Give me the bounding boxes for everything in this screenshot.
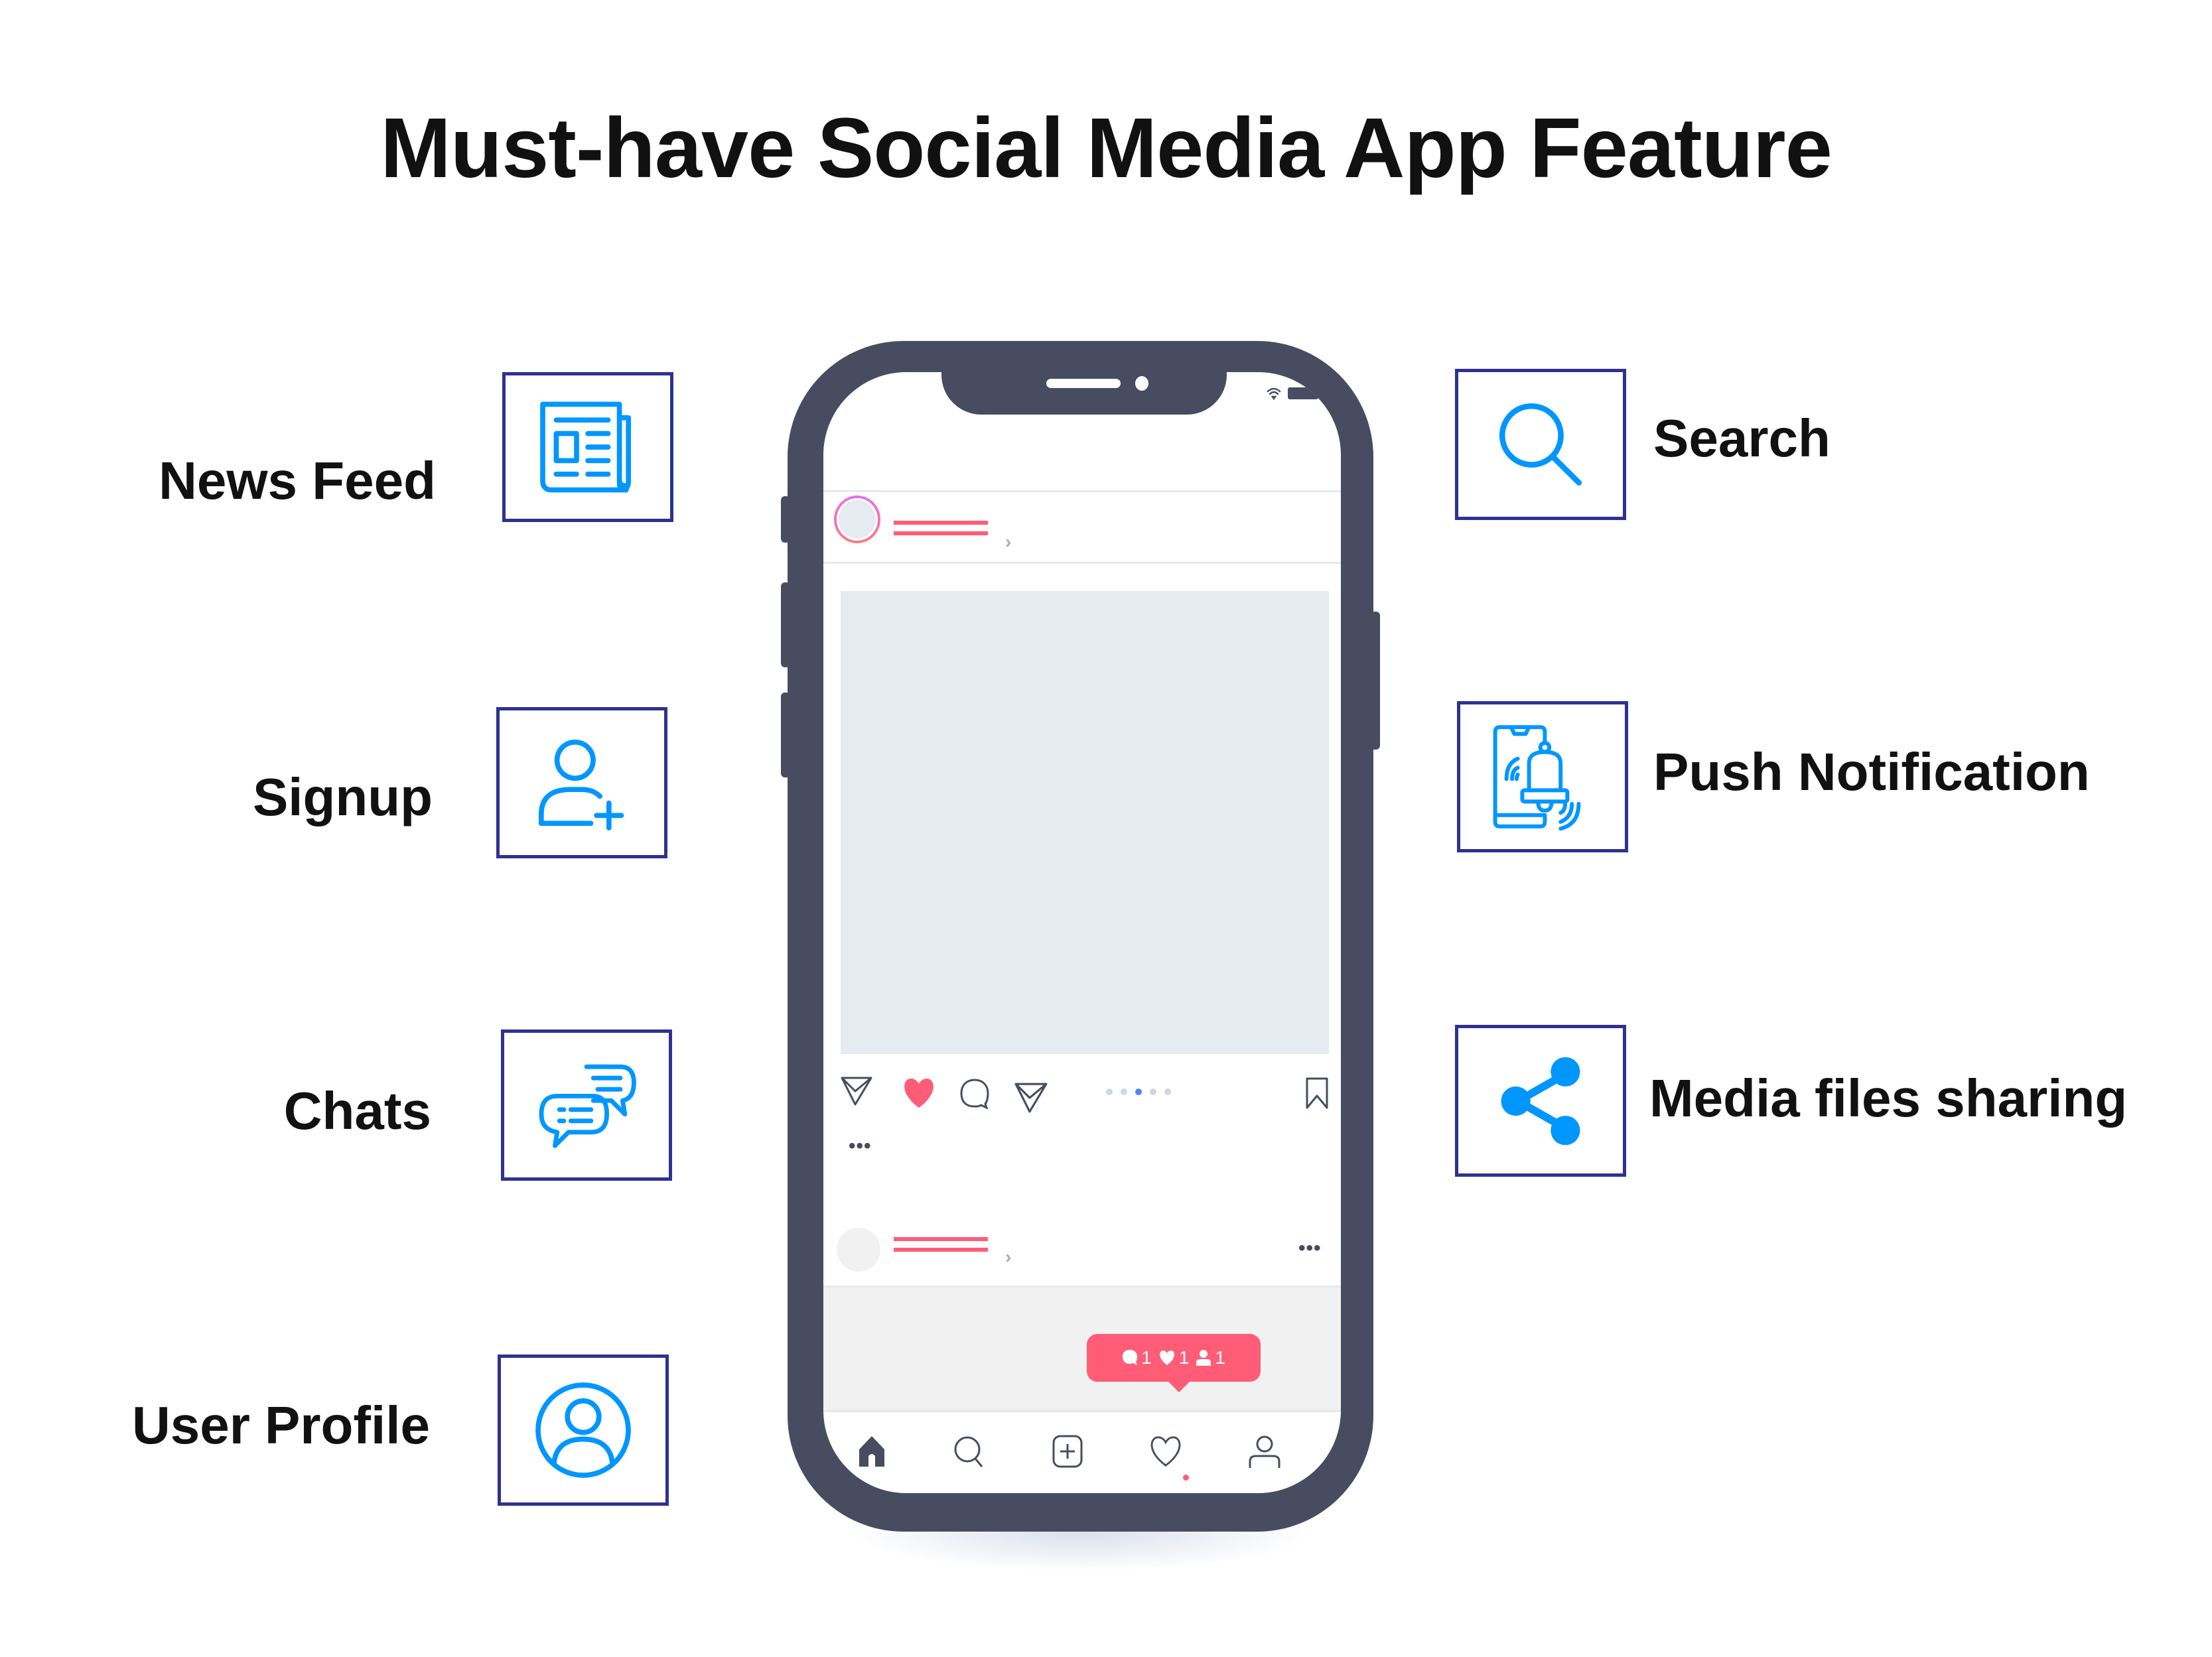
like-heart-icon[interactable] [902, 1077, 936, 1109]
feature-box-push-notification [1457, 701, 1628, 852]
divider [823, 490, 1341, 492]
add-user-icon [538, 739, 624, 830]
carousel-dot[interactable] [1135, 1089, 1142, 1095]
comment-count: 1 [1122, 1347, 1152, 1368]
carousel-dot[interactable] [1164, 1089, 1171, 1095]
divider [823, 562, 1341, 564]
carousel-dot[interactable] [1106, 1089, 1113, 1095]
carousel-dot[interactable] [1121, 1089, 1127, 1095]
post-actions [823, 1072, 1341, 1118]
phone-mockup: › ••• › ••• 1 1 1 [788, 341, 1373, 1532]
like-count: 1 [1158, 1347, 1189, 1368]
feature-box-chats [501, 1029, 672, 1181]
feature-box-user-profile [498, 1355, 669, 1506]
bottom-tab-bar [823, 1408, 1341, 1493]
feature-label-media-files-sharing: Media files sharing [1649, 1069, 2128, 1128]
activity-heart-icon[interactable] [1149, 1435, 1182, 1468]
caption-more-icon[interactable]: ••• [849, 1135, 872, 1158]
story-avatar[interactable] [834, 496, 880, 543]
chevron-right-icon: › [1005, 531, 1012, 552]
wifi-icon [1267, 387, 1281, 400]
username-placeholder [894, 521, 988, 525]
carousel-indicator [1106, 1089, 1171, 1095]
speaker-grille [1046, 379, 1121, 388]
post-options-icon[interactable]: ••• [1298, 1237, 1322, 1260]
feature-label-search: Search [1653, 409, 1831, 468]
share-icon [1501, 1057, 1580, 1145]
feature-box-media-sharing [1455, 1025, 1626, 1177]
follower-count: 1 [1196, 1347, 1225, 1368]
search-icon [1499, 403, 1582, 486]
battery-icon [1288, 387, 1318, 399]
profile-icon[interactable] [1248, 1435, 1281, 1468]
feature-label-signup: Signup [252, 767, 433, 827]
comment-icon [1123, 1350, 1138, 1365]
feature-box-signup [496, 707, 667, 858]
home-icon[interactable] [855, 1435, 888, 1468]
front-camera [1135, 376, 1148, 391]
carousel-dot[interactable] [1150, 1089, 1156, 1095]
page-title: Must-have Social Media App Feature [380, 101, 1832, 196]
newspaper-icon [540, 401, 632, 493]
user-circle-icon [535, 1382, 631, 1478]
post-avatar[interactable] [837, 1228, 880, 1272]
feature-box-search [1455, 369, 1626, 520]
phone-notch [941, 372, 1227, 415]
phone-screen: › ••• › ••• 1 1 1 [823, 372, 1341, 1493]
share-direct-icon[interactable] [1014, 1081, 1048, 1114]
feature-label-news-feed: News Feed [159, 451, 436, 510]
post-media-placeholder [823, 1286, 1341, 1412]
status-bar [1267, 387, 1318, 400]
phone-bell-icon [1493, 725, 1581, 831]
activity-notification-badge[interactable]: 1 1 1 [1087, 1334, 1261, 1392]
location-placeholder [894, 1248, 988, 1252]
post-media-placeholder[interactable] [841, 591, 1329, 1054]
add-post-icon[interactable] [1051, 1435, 1084, 1468]
user-icon [1196, 1350, 1211, 1366]
location-placeholder [894, 531, 988, 535]
heart-icon [1159, 1351, 1174, 1365]
comment-icon[interactable] [959, 1077, 991, 1109]
feature-box-news-feed [502, 372, 673, 522]
bookmark-icon[interactable] [1305, 1077, 1329, 1109]
send-icon[interactable] [841, 1075, 872, 1107]
feature-label-push-notification: Push Notification [1653, 742, 2090, 801]
username-placeholder [894, 1237, 988, 1241]
notification-dot [1183, 1475, 1189, 1481]
chevron-right-icon: › [1005, 1246, 1012, 1267]
feature-label-chats: Chats [283, 1081, 431, 1140]
chat-bubbles-icon [539, 1064, 636, 1148]
search-tab-icon[interactable] [953, 1435, 986, 1468]
feature-label-user-profile: User Profile [131, 1396, 430, 1455]
